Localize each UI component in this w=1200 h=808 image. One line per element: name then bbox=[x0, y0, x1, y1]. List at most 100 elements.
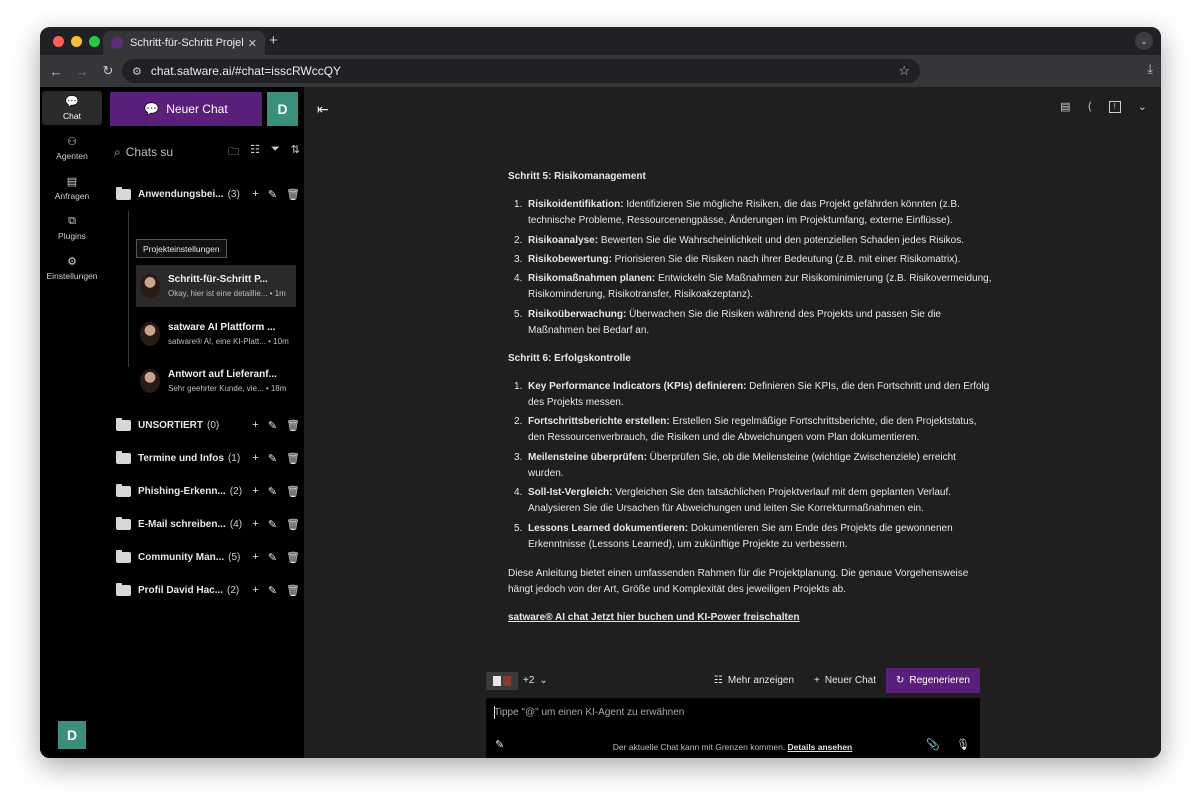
sort-icon[interactable]: ⇅ bbox=[291, 143, 300, 162]
edit-icon[interactable]: ✎ bbox=[268, 188, 277, 201]
tab-search-chevron-icon[interactable]: ⌄ bbox=[1135, 32, 1153, 50]
new-chat-button[interactable]: + Neuer Chat bbox=[804, 668, 886, 693]
regenerate-button[interactable]: ↻ Regenerieren bbox=[886, 668, 980, 693]
list-number: 1. bbox=[514, 381, 523, 392]
folder-count: (2) bbox=[227, 584, 240, 596]
folder-count: (3) bbox=[227, 188, 240, 200]
folder-row[interactable]: UNSORTIERT (0) + ✎ 🗑 bbox=[116, 415, 300, 435]
chevron-down-icon[interactable]: ⌄ bbox=[1138, 100, 1147, 113]
chat-list-item[interactable]: satware AI Plattform ... satware® AI, ei… bbox=[136, 313, 296, 355]
add-icon[interactable]: + bbox=[252, 584, 258, 597]
trash-icon[interactable]: 🗑 bbox=[286, 419, 300, 432]
report-icon[interactable]: ! bbox=[1108, 100, 1121, 113]
list-number: 3. bbox=[514, 452, 523, 463]
tab-strip: Schritt-für-Schritt Projektplan ✕ + ⌄ bbox=[40, 27, 1161, 55]
trash-icon[interactable]: 🗑 bbox=[286, 584, 300, 597]
trash-icon[interactable]: 🗑 bbox=[286, 452, 300, 465]
edit-icon[interactable]: ✎ bbox=[268, 584, 277, 597]
folder-icon bbox=[116, 186, 131, 200]
bookmark-star-icon[interactable]: ☆ bbox=[898, 63, 910, 79]
list-number: 2. bbox=[514, 235, 523, 246]
footer-note: Der aktuelle Chat kann mit Grenzen komme… bbox=[304, 742, 1161, 752]
folder-row[interactable]: Anwendungsbei... (3) + ✎ 🗑 bbox=[116, 184, 300, 204]
chat-list-item[interactable]: Schritt-für-Schritt P... Okay, hier ist … bbox=[136, 265, 296, 307]
rail-item-label: Anfragen bbox=[54, 191, 90, 201]
folder-row[interactable]: Community Man... (5) + ✎ 🗑 bbox=[116, 547, 300, 567]
agent-selector[interactable]: +2 ⌄ bbox=[486, 671, 548, 690]
trash-icon[interactable]: 🗑 bbox=[286, 551, 300, 564]
collapse-sidebar-icon[interactable]: ⇤ bbox=[317, 101, 329, 118]
add-icon[interactable]: + bbox=[252, 419, 258, 432]
url-field[interactable]: ⚙ chat.satware.ai/#chat=isscRWccQY ☆ bbox=[122, 59, 920, 83]
select-list-icon[interactable]: ☷ bbox=[250, 143, 260, 162]
show-more-button[interactable]: ☷ Mehr anzeigen bbox=[704, 668, 804, 693]
trash-icon[interactable]: 🗑 bbox=[286, 485, 300, 498]
minimize-window-button[interactable] bbox=[71, 36, 82, 47]
new-chat-button[interactable]: 💬 Neuer Chat bbox=[110, 92, 262, 126]
edit-icon[interactable]: ✎ bbox=[268, 485, 277, 498]
nav-rail: 💬 Chat ⚇ Agenten ▤ Anfragen ⧉ Plugins ⚙ … bbox=[40, 87, 106, 758]
chat-toolbar: ▤ ⟨ ! ⌄ bbox=[1060, 100, 1147, 113]
agent-avatar bbox=[140, 322, 160, 346]
trash-icon[interactable]: 🗑 bbox=[286, 518, 300, 531]
edit-icon[interactable]: ✎ bbox=[268, 518, 277, 531]
tab-close-icon[interactable]: ✕ bbox=[248, 37, 257, 50]
user-avatar[interactable]: D bbox=[58, 721, 86, 749]
chat-list-item[interactable]: Antwort auf Lieferanf... Sehr geehrter K… bbox=[136, 360, 296, 402]
site-settings-icon[interactable]: ⚙ bbox=[132, 65, 142, 78]
folder-row[interactable]: Profil David Hac... (2) + ✎ 🗑 bbox=[116, 580, 300, 600]
list-number: 2. bbox=[514, 416, 523, 427]
composer-toolbar: +2 ⌄ ☷ Mehr anzeigen + Neuer Chat ↻ Rege… bbox=[486, 668, 980, 693]
edit-icon[interactable]: ✎ bbox=[268, 452, 277, 465]
rail-item-agents[interactable]: ⚇ Agenten bbox=[42, 131, 102, 165]
add-icon[interactable]: + bbox=[252, 188, 258, 201]
trash-icon[interactable]: 🗑 bbox=[286, 188, 300, 201]
folder-icon bbox=[116, 582, 131, 596]
folder-row[interactable]: E-Mail schreiben... (4) + ✎ 🗑 bbox=[116, 514, 300, 534]
close-window-button[interactable] bbox=[53, 36, 64, 47]
share-icon[interactable]: ⟨ bbox=[1087, 100, 1091, 113]
edit-icon[interactable]: ✎ bbox=[268, 551, 277, 564]
folder-icon bbox=[116, 516, 131, 530]
folder-row[interactable]: Phishing-Erkenn... (2) + ✎ 🗑 bbox=[116, 481, 300, 501]
chat-list-panel: 💬 Neuer Chat D ⌕ Chats su 🗀 ☷ ⏷ ⇅ Anwend… bbox=[106, 87, 304, 758]
list-item-bold: Soll-Ist-Vergleich: bbox=[528, 487, 613, 498]
new-tab-button[interactable]: + bbox=[269, 32, 278, 49]
regenerate-label: Regenerieren bbox=[909, 675, 970, 686]
section-heading: Schritt 5: Risikomanagement bbox=[508, 171, 646, 182]
edit-icon[interactable]: ✎ bbox=[268, 419, 277, 432]
rail-item-chat[interactable]: 💬 Chat bbox=[42, 91, 102, 125]
maximize-window-button[interactable] bbox=[89, 36, 100, 47]
browser-tab[interactable]: Schritt-für-Schritt Projektplan ✕ bbox=[103, 31, 265, 55]
chat-search-input[interactable]: Chats su bbox=[126, 145, 228, 159]
forward-arrow-icon[interactable]: → bbox=[69, 64, 95, 79]
details-link[interactable]: Details ansehen bbox=[788, 742, 853, 752]
add-icon[interactable]: + bbox=[252, 485, 258, 498]
folder-count: (2) bbox=[229, 485, 243, 497]
list-item: 4. Soll-Ist-Vergleich: Vergleichen Sie d… bbox=[508, 485, 994, 518]
back-arrow-icon[interactable]: ← bbox=[43, 64, 69, 79]
rail-item-label: Chat bbox=[63, 111, 81, 121]
download-icon[interactable]: ⤓ bbox=[1147, 61, 1153, 77]
add-icon[interactable]: + bbox=[252, 518, 258, 531]
rail-item-label: Plugins bbox=[58, 231, 86, 241]
booking-link[interactable]: satware® AI chat Jetzt hier buchen und K… bbox=[508, 610, 800, 626]
user-avatar[interactable]: D bbox=[267, 92, 298, 126]
new-chat-label: Neuer Chat bbox=[166, 102, 228, 116]
reload-icon[interactable]: ↻ bbox=[95, 63, 121, 79]
add-icon[interactable]: + bbox=[252, 551, 258, 564]
notes-icon[interactable]: ▤ bbox=[1060, 100, 1070, 113]
agents-more-count: +2 bbox=[523, 675, 535, 686]
add-icon[interactable]: + bbox=[252, 452, 258, 465]
chat-bubble-icon: 💬 bbox=[144, 102, 160, 116]
folder-row[interactable]: Termine und Infos (1) + ✎ 🗑 bbox=[116, 448, 300, 468]
rail-item-plugins[interactable]: ⧉ Plugins bbox=[42, 211, 102, 245]
chat-snippet: Okay, hier ist eine detaillie... • 1m bbox=[168, 289, 286, 298]
filter-icon[interactable]: ⏷ bbox=[271, 143, 280, 162]
rail-item-requests[interactable]: ▤ Anfragen bbox=[42, 171, 102, 205]
rail-item-settings[interactable]: ⚙ Einstellungen bbox=[42, 251, 102, 285]
new-folder-icon[interactable]: 🗀 bbox=[228, 143, 239, 162]
show-more-label: Mehr anzeigen bbox=[727, 675, 795, 686]
list-number: 3. bbox=[514, 254, 523, 265]
list-icon: ☷ bbox=[713, 675, 723, 686]
